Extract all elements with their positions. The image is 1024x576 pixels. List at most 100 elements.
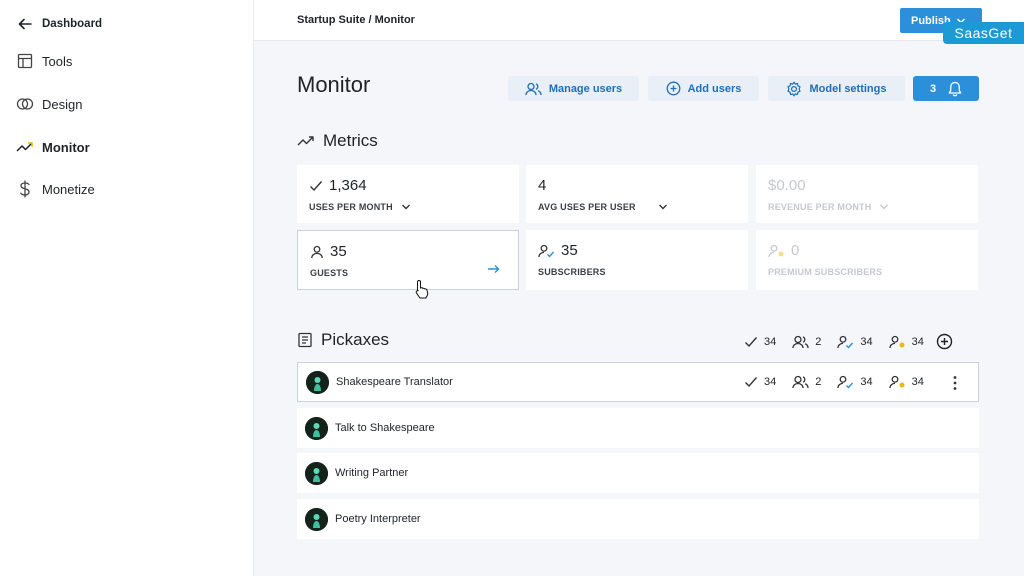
row-uses: 34 [744,376,776,388]
pickaxe-row[interactable]: Shakespeare Translator 34 2 34 34 [297,362,979,402]
bell-icon [948,81,962,97]
gear-icon [786,81,802,97]
metric-card-guests[interactable]: 35 GUESTS [297,230,519,290]
sidebar-item-monitor[interactable]: Monitor [16,138,90,156]
row-uses-value: 34 [764,376,777,388]
manage-users-button[interactable]: Manage users [508,76,639,101]
sidebar-item-label: Design [42,96,83,112]
total-subscribers: 34 [837,335,873,349]
metric-card-revenue: $0.00 REVENUE PER MONTH [756,165,978,223]
watermark-logo: SaasGet [943,22,1024,44]
back-label: Dashboard [42,18,103,30]
hand-cursor-icon [414,279,430,299]
document-icon [297,332,313,348]
user-star-icon [888,335,906,349]
layout-icon [16,52,34,70]
pickaxes-totals: 34 2 34 34 [744,333,953,350]
more-options-icon[interactable] [952,375,958,391]
pickaxe-row[interactable]: Talk to Shakespeare [297,408,979,448]
metric-card-avg-uses[interactable]: 4 AVG USES PER USER [526,165,748,223]
total-premium: 34 [888,335,924,349]
metric-value: 35 [330,243,347,260]
row-subscribers: 34 [837,375,873,389]
notification-count: 3 [929,82,937,95]
metric-value: 4 [538,177,547,194]
total-premium-value: 34 [911,335,924,348]
users-icon [792,375,809,389]
dollar-icon [16,180,34,198]
pickaxes-title: Pickaxes [321,330,390,349]
pickaxe-row[interactable]: Writing Partner [297,453,979,493]
row-premium-value: 34 [911,376,924,388]
row-users-value: 2 [815,376,822,388]
pickaxe-name: Talk to Shakespeare [335,422,435,434]
pickaxe-row[interactable]: Poetry Interpreter [297,499,979,539]
metric-card-premium-subscribers: 0 PREMIUM SUBSCRIBERS [756,230,978,290]
sidebar-item-tools[interactable]: Tools [16,52,72,70]
metric-value: 1,364 [329,177,367,194]
pickaxe-name: Writing Partner [335,467,409,479]
metrics-heading: Metrics [297,131,378,151]
row-users: 2 [792,375,821,389]
metric-label: USES PER MONTH [309,202,393,212]
user-star-icon [888,375,906,389]
total-uses: 34 [744,336,776,348]
avatar [305,461,328,485]
check-icon [309,180,323,192]
chevron-down-icon[interactable] [658,203,668,211]
sidebar: Dashboard Tools Design Monitor Monetize [0,0,254,576]
pickaxe-row-stats: 34 2 34 34 [744,375,924,389]
pickaxe-name: Shakespeare Translator [336,376,453,388]
circles-icon [16,95,34,113]
pickaxe-name: Poetry Interpreter [335,513,421,525]
notifications-button[interactable]: 3 [913,76,979,101]
add-pickaxe-icon[interactable] [936,333,953,350]
user-check-icon [837,335,854,349]
pickaxes-heading: Pickaxes [297,330,389,350]
sidebar-item-design[interactable]: Design [16,95,82,113]
trend-icon [297,135,315,147]
metric-label: PREMIUM SUBSCRIBERS [768,267,883,277]
metric-card-uses-per-month[interactable]: 1,364 USES PER MONTH [297,165,519,223]
check-icon [744,376,758,388]
users-icon [792,335,809,349]
manage-users-label: Manage users [548,82,623,95]
sidebar-item-monetize[interactable]: Monetize [16,180,95,198]
arrow-right-icon[interactable] [487,264,500,274]
arrow-left-icon [16,15,34,33]
metric-label: SUBSCRIBERS [538,267,606,277]
row-premium: 34 [888,375,924,389]
chevron-down-icon [879,203,889,211]
row-subscribers-value: 34 [860,376,873,388]
total-users: 2 [792,335,821,349]
user-check-icon [538,244,555,258]
check-icon [744,336,758,348]
metric-card-subscribers[interactable]: 35 SUBSCRIBERS [526,230,748,290]
model-settings-label: Model settings [809,82,887,95]
avatar [306,370,329,394]
add-users-label: Add users [687,82,742,95]
sidebar-item-label: Tools [42,53,73,69]
topbar: Startup Suite / Monitor Publish [254,0,1024,41]
metrics-title: Metrics [323,131,378,150]
user-check-icon [837,375,854,389]
metric-label: AVG USES PER USER [538,202,636,212]
metric-value: 0 [791,242,800,259]
users-icon [525,82,542,96]
total-subscribers-value: 34 [860,335,873,348]
metric-value: $0.00 [768,177,806,194]
page-title: Monitor [297,72,371,97]
sidebar-item-label: Monitor [42,139,90,155]
metric-label: GUESTS [310,268,349,278]
add-users-button[interactable]: Add users [648,76,759,101]
chevron-down-icon[interactable] [401,203,411,211]
avatar [305,507,328,531]
total-users-value: 2 [815,335,822,348]
breadcrumb: Startup Suite / Monitor [297,14,415,26]
metric-label: REVENUE PER MONTH [768,202,872,212]
metric-value: 35 [561,242,578,259]
total-uses-value: 34 [764,335,777,348]
back-to-dashboard[interactable]: Dashboard [16,15,102,33]
user-icon [310,245,324,259]
model-settings-button[interactable]: Model settings [768,76,905,101]
